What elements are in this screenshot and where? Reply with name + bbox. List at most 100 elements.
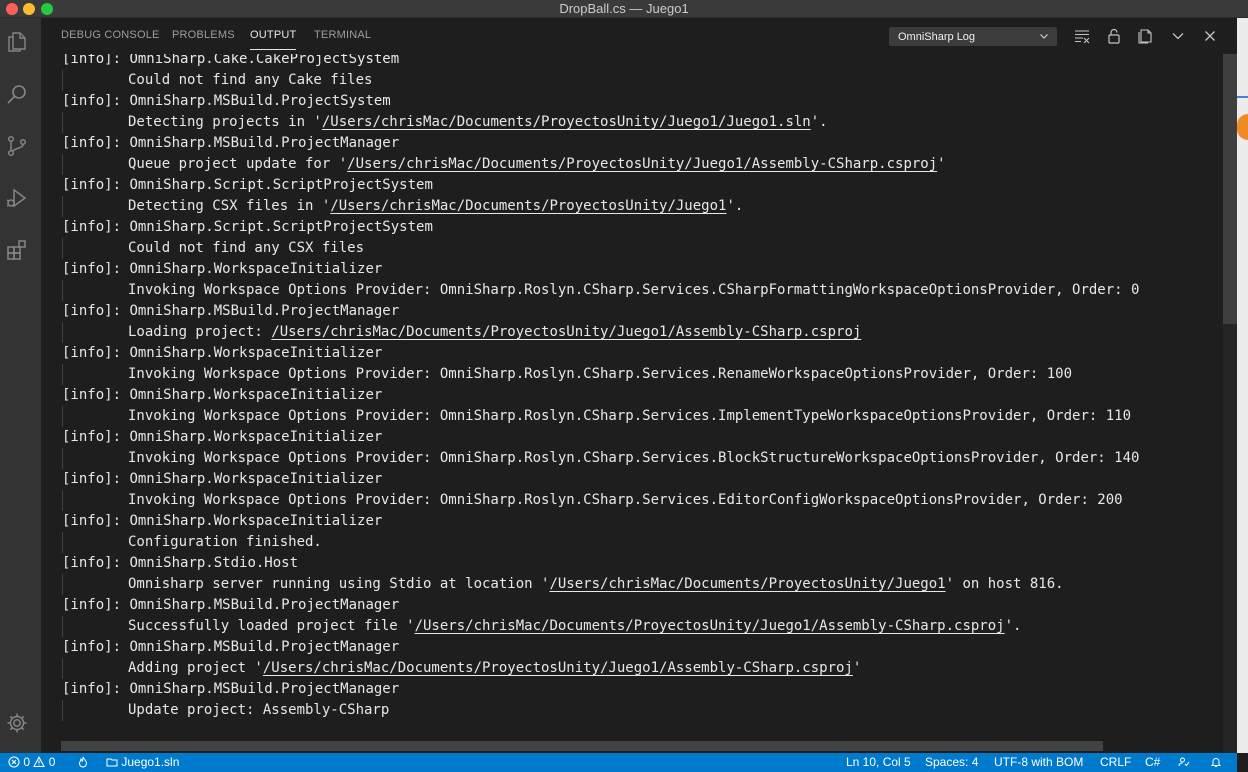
vertical-scrollbar-thumb[interactable] — [1223, 54, 1237, 324]
log-level: [info]: — [62, 93, 130, 109]
explorer-icon[interactable] — [5, 30, 29, 54]
log-line: Configuration finished. — [128, 532, 322, 553]
log-line: Invoking Workspace Options Provider: Omn… — [128, 364, 1072, 385]
output-channel-label: OmniSharp Log — [898, 31, 976, 43]
encoding[interactable]: UTF-8 with BOM — [994, 755, 1083, 769]
log-source: OmniSharp.MSBuild.ProjectManager — [129, 597, 400, 613]
log-line: Invoking Workspace Options Provider: Omn… — [128, 448, 1139, 469]
tab-problems[interactable]: PROBLEMS — [172, 29, 235, 41]
log-message: Adding project ' — [128, 660, 263, 676]
file-path-link[interactable]: /Users/chrisMac/Documents/ProyectosUnity… — [263, 660, 853, 676]
notifications-bell-icon[interactable] — [1210, 755, 1222, 769]
extensions-icon[interactable] — [5, 238, 29, 262]
log-message: Invoking Workspace Options Provider: Omn… — [128, 282, 1140, 298]
log-line: [info]: OmniSharp.MSBuild.ProjectManager — [62, 133, 399, 154]
log-source: OmniSharp.WorkspaceInitializer — [129, 471, 383, 487]
indent-guide — [62, 700, 63, 721]
log-source: OmniSharp.Script.ScriptProjectSystem — [129, 219, 433, 235]
end-of-line[interactable]: CRLF — [1100, 755, 1131, 769]
log-message-suffix: '. — [1004, 618, 1022, 634]
log-source: OmniSharp.Cake.CakeProjectSystem — [129, 54, 400, 67]
indent-guide — [62, 448, 63, 469]
source-control-icon[interactable] — [5, 134, 29, 158]
log-line: [info]: OmniSharp.MSBuild.ProjectSystem — [62, 91, 391, 112]
solution-selector[interactable]: Juego1.sln — [106, 755, 179, 769]
indent-guide — [62, 490, 63, 511]
log-message: Invoking Workspace Options Provider: Omn… — [128, 492, 1123, 508]
omnisharp-flame-icon[interactable] — [77, 755, 89, 769]
file-path-link[interactable]: /Users/chrisMac/Documents/ProyectosUnity… — [415, 618, 1005, 634]
settings-gear-icon[interactable] — [5, 711, 29, 735]
output-channel-select[interactable]: OmniSharp Log — [889, 27, 1057, 46]
log-line: Omnisharp server running using Stdio at … — [128, 574, 1064, 595]
log-message: Invoking Workspace Options Provider: Omn… — [128, 408, 1132, 424]
indent-guide — [62, 112, 63, 133]
file-path-link[interactable]: /Users/chrisMac/Documents/ProyectosUnity… — [322, 114, 811, 130]
language-mode[interactable]: C# — [1145, 755, 1160, 769]
chevron-down-icon — [1040, 34, 1048, 39]
log-message: Invoking Workspace Options Provider: Omn… — [128, 366, 1073, 382]
tab-debug-console[interactable]: DEBUG CONSOLE — [61, 29, 160, 41]
log-line: Loading project: /Users/chrisMac/Documen… — [128, 322, 861, 343]
clear-output-icon[interactable] — [1073, 27, 1091, 45]
log-line: Detecting CSX files in '/Users/chrisMac/… — [128, 196, 743, 217]
chevron-down-icon[interactable] — [1169, 27, 1187, 45]
log-source: OmniSharp.Stdio.Host — [129, 555, 299, 571]
log-source: OmniSharp.MSBuild.ProjectSystem — [129, 93, 391, 109]
lock-scroll-icon[interactable] — [1105, 27, 1123, 45]
log-message: Successfully loaded project file ' — [128, 618, 415, 634]
log-line: Could not find any Cake files — [128, 70, 372, 91]
file-path-link[interactable]: /Users/chrisMac/Documents/ProyectosUnity… — [549, 576, 945, 592]
log-level: [info]: — [62, 54, 130, 67]
output-log[interactable]: [info]: OmniSharp.Cake.CakeProjectSystem… — [41, 54, 1223, 753]
log-line: [info]: OmniSharp.WorkspaceInitializer — [62, 469, 382, 490]
log-line: [info]: OmniSharp.Cake.CakeProjectSystem — [62, 54, 399, 70]
file-path-link[interactable]: /Users/chrisMac/Documents/ProyectosUnity… — [271, 324, 861, 340]
log-message: Invoking Workspace Options Provider: Omn… — [128, 450, 1140, 466]
run-debug-icon[interactable] — [5, 186, 29, 210]
log-line: [info]: OmniSharp.WorkspaceInitializer — [62, 385, 382, 406]
tab-terminal[interactable]: TERMINAL — [314, 29, 371, 41]
folder-icon — [106, 758, 118, 767]
log-line: [info]: OmniSharp.Stdio.Host — [62, 553, 298, 574]
file-path-link[interactable]: /Users/chrisMac/Documents/ProyectosUnity… — [347, 156, 937, 172]
warning-icon — [33, 756, 46, 768]
log-source: OmniSharp.MSBuild.ProjectManager — [129, 303, 400, 319]
log-level: [info]: — [62, 177, 130, 193]
indent-guide — [62, 238, 63, 259]
indentation[interactable]: Spaces: 4 — [925, 755, 978, 769]
indent-guide — [62, 322, 63, 343]
open-log-file-icon[interactable] — [1137, 27, 1155, 45]
log-level: [info]: — [62, 303, 130, 319]
indent-guide — [62, 196, 63, 217]
log-level: [info]: — [62, 639, 130, 655]
file-path-link[interactable]: /Users/chrisMac/Documents/ProyectosUnity… — [330, 198, 726, 214]
background-window-edge — [1237, 18, 1248, 753]
cursor-position[interactable]: Ln 10, Col 5 — [846, 755, 911, 769]
indent-guide — [62, 364, 63, 385]
log-message: Could not find any Cake files — [128, 72, 373, 88]
log-line: [info]: OmniSharp.MSBuild.ProjectManager — [62, 679, 399, 700]
log-message-suffix: '. — [726, 198, 744, 214]
log-message-suffix: ' — [852, 660, 862, 676]
feedback-icon[interactable] — [1178, 755, 1190, 769]
log-level: [info]: — [62, 429, 130, 445]
indent-guide — [62, 406, 63, 427]
tab-output[interactable]: OUTPUT — [250, 29, 297, 50]
log-message: Loading project: — [128, 324, 272, 340]
search-icon[interactable] — [5, 82, 29, 106]
log-level: [info]: — [62, 135, 130, 151]
indent-guide — [62, 616, 63, 637]
log-level: [info]: — [62, 219, 130, 235]
log-source: OmniSharp.MSBuild.ProjectManager — [129, 639, 400, 655]
log-source: OmniSharp.WorkspaceInitializer — [129, 387, 383, 403]
log-line: Detecting projects in '/Users/chrisMac/D… — [128, 112, 828, 133]
close-panel-icon[interactable] — [1201, 27, 1219, 45]
log-source: OmniSharp.MSBuild.ProjectManager — [129, 681, 400, 697]
log-source: OmniSharp.MSBuild.ProjectManager — [129, 135, 400, 151]
horizontal-scrollbar[interactable] — [61, 741, 1103, 751]
log-line: Invoking Workspace Options Provider: Omn… — [128, 490, 1123, 511]
indent-guide — [62, 154, 63, 175]
log-source: OmniSharp.Script.ScriptProjectSystem — [129, 177, 433, 193]
problems-status[interactable]: 0 0 — [8, 755, 55, 769]
